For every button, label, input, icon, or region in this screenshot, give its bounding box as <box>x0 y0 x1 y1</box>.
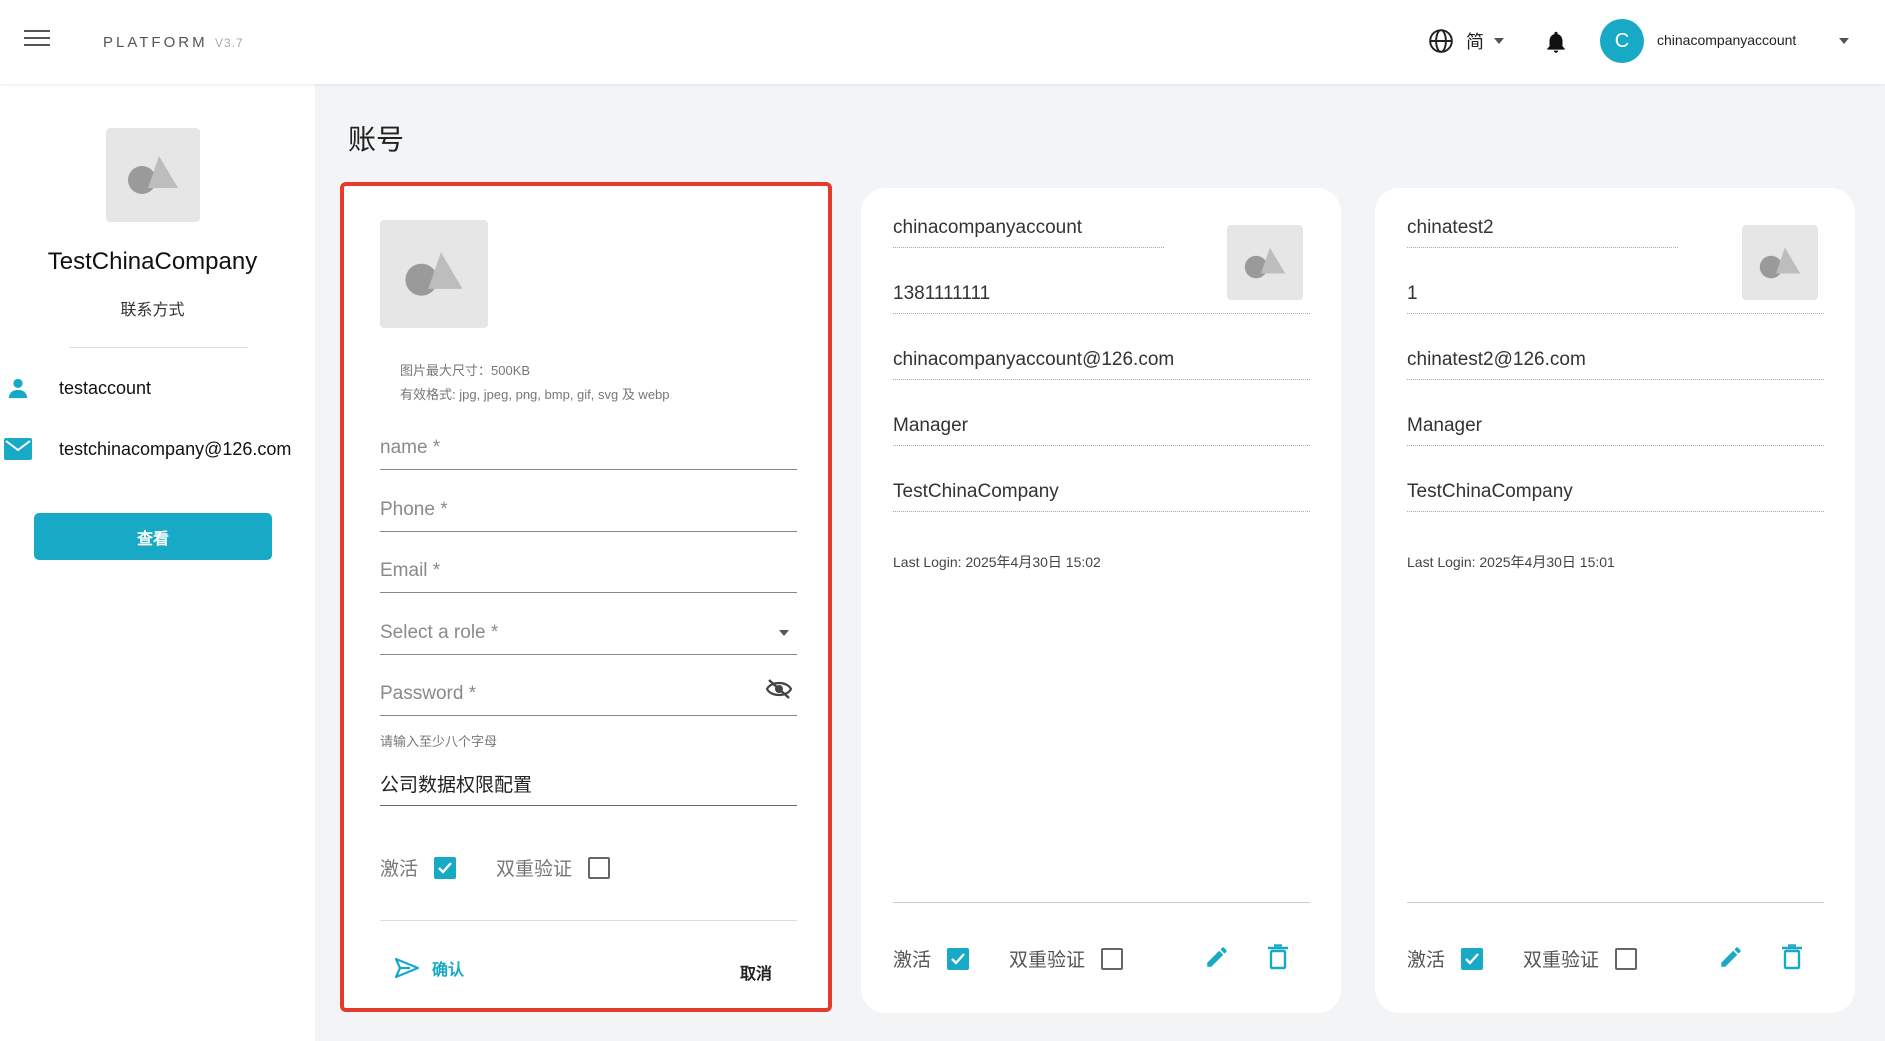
confirm-label: 确认 <box>432 962 465 979</box>
account-email-field[interactable]: chinacompanyaccount@126.com <box>893 336 1310 380</box>
sidebar-user-row: testaccount <box>0 370 151 406</box>
account-company-field[interactable]: TestChinaCompany <box>893 468 1310 512</box>
account-email-value: chinacompanyaccount@126.com <box>893 349 1175 370</box>
form-divider <box>380 920 797 921</box>
delete-trash-icon[interactable] <box>1781 944 1803 975</box>
send-icon <box>394 957 420 979</box>
active-label: 激活 <box>380 859 419 880</box>
language-label: 简 <box>1466 32 1484 52</box>
brand-name: PLATFORM <box>103 34 208 51</box>
image-placeholder-icon <box>128 156 178 194</box>
account-phone-field[interactable]: 1 <box>1407 270 1824 314</box>
notification-bell-icon[interactable] <box>1543 28 1569 56</box>
two-factor-checkbox[interactable] <box>588 856 611 879</box>
account-company-value: TestChinaCompany <box>1407 481 1573 502</box>
account-role-value: Manager <box>1407 415 1482 436</box>
account-status-row: 激活 双重验证 <box>893 945 1163 972</box>
image-placeholder-icon <box>405 252 463 296</box>
edit-pencil-icon[interactable] <box>1204 944 1230 975</box>
mail-icon <box>0 431 36 467</box>
password-placeholder: Password * <box>380 683 477 704</box>
account-name-field[interactable]: chinatest2 <box>1407 204 1678 248</box>
new-account-form: 图片最大尺寸：500KB 有效格式: jpg, jpeg, png, bmp, … <box>340 182 832 1012</box>
phone-input[interactable]: Phone * <box>380 484 797 532</box>
account-name-value: chinacompanyaccount <box>893 217 1083 238</box>
image-size-hint: 图片最大尺寸：500KB <box>400 363 531 378</box>
email-placeholder: Email * <box>380 560 441 581</box>
edit-pencil-icon[interactable] <box>1718 944 1744 975</box>
account-menu-chevron-icon[interactable] <box>1839 38 1849 44</box>
name-placeholder: name * <box>380 437 441 458</box>
two-factor-label: 双重验证 <box>1009 950 1086 971</box>
account-name[interactable]: chinacompanyaccount <box>1657 32 1796 48</box>
role-placeholder: Select a role * <box>380 622 499 643</box>
active-label: 激活 <box>1407 950 1446 971</box>
account-name-value: chinatest2 <box>1407 217 1494 238</box>
checkmark-icon <box>1465 952 1479 965</box>
user-avatar[interactable]: C <box>1600 19 1644 63</box>
account-phone-value: 1 <box>1407 283 1418 304</box>
last-login-text: Last Login: 2025年4月30日 15:01 <box>1407 554 1615 570</box>
account-company-value: TestChinaCompany <box>893 481 1059 502</box>
account-role-field[interactable]: Manager <box>893 402 1310 446</box>
top-bar: PLATFORM V3.7 简 C chinacompanyaccount <box>0 0 1885 84</box>
account-phone-value: 1381111111 <box>893 283 991 304</box>
delete-trash-icon[interactable] <box>1267 944 1289 975</box>
phone-placeholder: Phone * <box>380 499 448 520</box>
active-checkbox[interactable] <box>1461 947 1484 970</box>
visibility-off-icon[interactable] <box>765 678 793 705</box>
email-input[interactable]: Email * <box>380 545 797 593</box>
account-email-field[interactable]: chinatest2@126.com <box>1407 336 1824 380</box>
account-email-value: chinatest2@126.com <box>1407 349 1586 370</box>
active-checkbox[interactable] <box>947 947 970 970</box>
account-name-field[interactable]: chinacompanyaccount <box>893 204 1164 248</box>
account-status-row: 激活 双重验证 <box>1407 945 1677 972</box>
password-input[interactable]: Password * <box>380 668 797 716</box>
contact-heading: 联系方式 <box>120 302 185 319</box>
two-factor-label: 双重验证 <box>496 859 573 880</box>
account-role-value: Manager <box>893 415 968 436</box>
globe-icon <box>1429 29 1453 53</box>
account-phone-field[interactable]: 1381111111 <box>893 270 1310 314</box>
role-select[interactable]: Select a role * <box>380 607 797 655</box>
checkmark-icon <box>438 861 452 874</box>
person-icon <box>0 370 36 406</box>
sidebar-email: testchinacompany@126.com <box>59 438 292 459</box>
active-label: 激活 <box>893 950 932 971</box>
sidebar-username: testaccount <box>59 377 152 398</box>
data-permission-label: 公司数据权限配置 <box>380 775 533 796</box>
view-button[interactable]: 查看 <box>34 513 272 560</box>
company-sidebar: TestChinaCompany 联系方式 testaccount testch… <box>0 84 315 1041</box>
hamburger-menu-icon[interactable] <box>24 30 50 52</box>
two-factor-checkbox[interactable] <box>1615 947 1638 970</box>
two-factor-checkbox[interactable] <box>1101 947 1124 970</box>
form-status-row: 激活 双重验证 <box>380 854 650 881</box>
two-factor-label: 双重验证 <box>1523 950 1600 971</box>
active-checkbox[interactable] <box>434 856 457 879</box>
name-input[interactable]: name * <box>380 422 797 470</box>
sidebar-divider <box>70 347 248 348</box>
card-divider <box>893 902 1310 903</box>
sidebar-email-row: testchinacompany@126.com <box>0 431 291 467</box>
chevron-down-icon <box>779 630 789 636</box>
account-card: chinacompanyaccount 1381111111 chinacomp… <box>861 188 1341 1013</box>
chevron-down-icon <box>1494 38 1504 44</box>
data-permission-field[interactable]: 公司数据权限配置 <box>380 758 797 806</box>
account-card: chinatest2 1 chinatest2@126.com Manager … <box>1375 188 1855 1013</box>
company-logo-placeholder <box>106 128 200 222</box>
confirm-button[interactable]: 确认 <box>394 956 464 980</box>
page-title: 账号 <box>348 124 405 155</box>
last-login-text: Last Login: 2025年4月30日 15:02 <box>893 554 1101 570</box>
account-role-field[interactable]: Manager <box>1407 402 1824 446</box>
cancel-button[interactable]: 取消 <box>740 960 772 984</box>
avatar-upload[interactable] <box>380 220 488 328</box>
card-divider <box>1407 902 1824 903</box>
company-name: TestChinaCompany <box>47 248 258 275</box>
image-format-hint: 有效格式: jpg, jpeg, png, bmp, gif, svg 及 we… <box>400 387 670 402</box>
account-company-field[interactable]: TestChinaCompany <box>1407 468 1824 512</box>
version-label: V3.7 <box>215 36 244 50</box>
checkmark-icon <box>951 952 965 965</box>
password-hint: 请输入至少八个字母 <box>380 734 498 749</box>
language-selector[interactable]: 简 <box>1428 26 1504 56</box>
